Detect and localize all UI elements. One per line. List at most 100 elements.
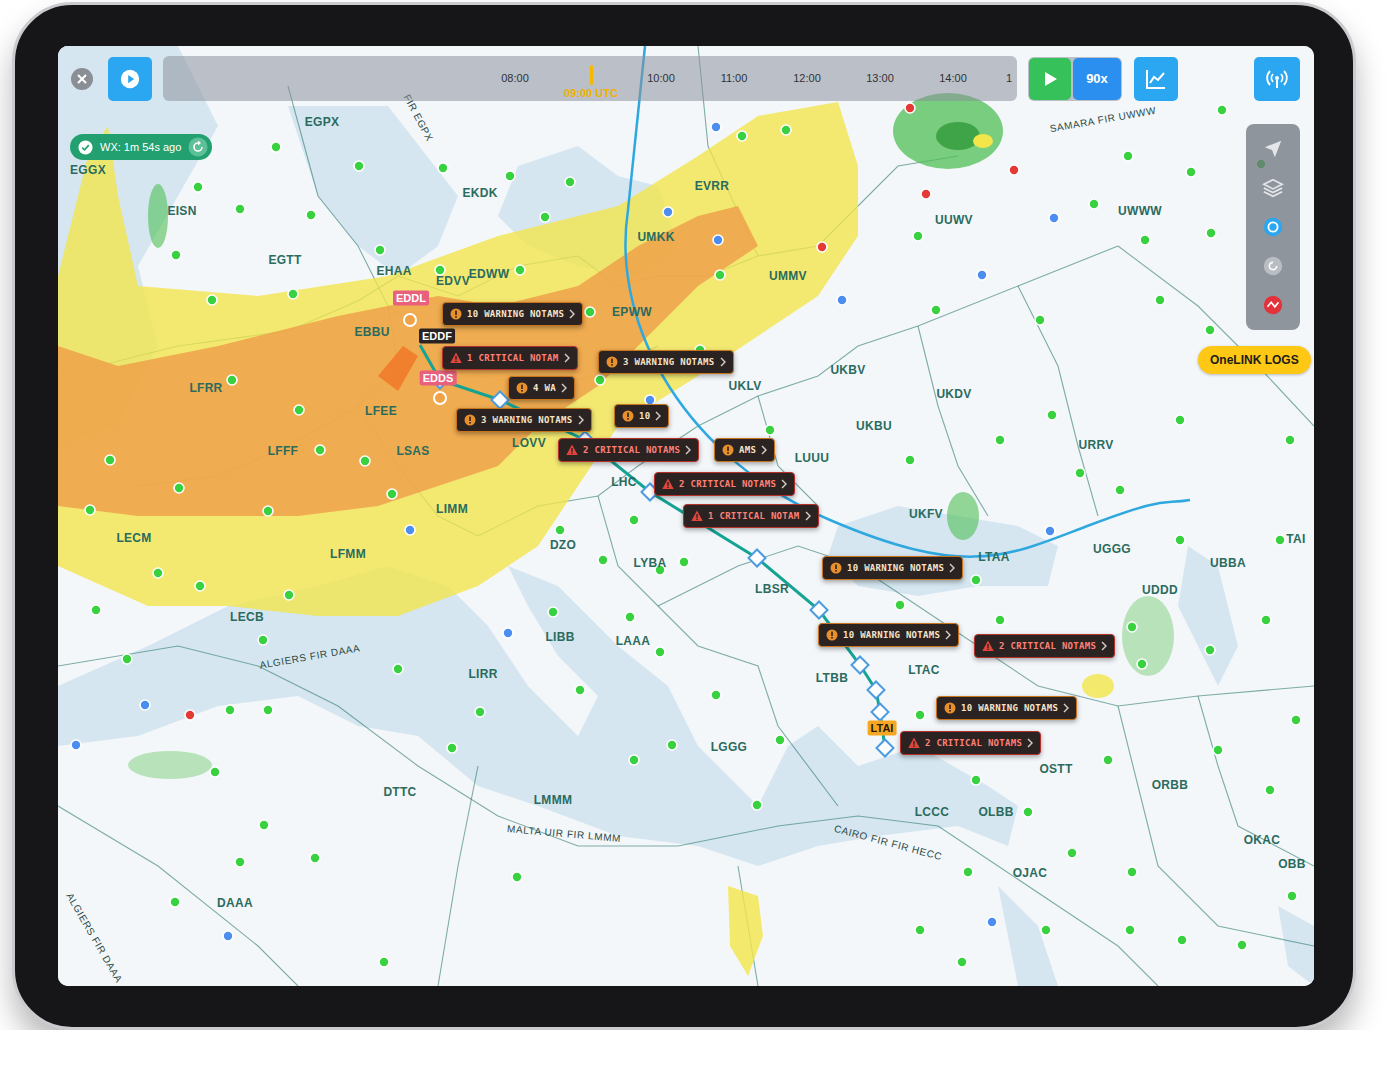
station-dot[interactable]	[1115, 485, 1125, 495]
station-dot[interactable]	[1261, 615, 1271, 625]
play-overlay-button[interactable]	[108, 57, 152, 101]
notam-badge[interactable]: 3 WARNING NOTAMS	[598, 350, 734, 374]
station-dot[interactable]	[1177, 935, 1187, 945]
waypoint[interactable]	[749, 550, 766, 567]
station-dot[interactable]	[1186, 167, 1196, 177]
station-dot[interactable]	[503, 628, 513, 638]
station-dot[interactable]	[306, 210, 316, 220]
station-dot[interactable]	[405, 525, 415, 535]
sigmet-severe[interactable]	[378, 346, 418, 391]
station-dot[interactable]	[575, 685, 585, 695]
sigmet-area[interactable]	[58, 102, 858, 616]
station-dot[interactable]	[837, 295, 847, 305]
station-dot[interactable]	[1205, 645, 1215, 655]
station-dot[interactable]	[895, 600, 905, 610]
station-dot[interactable]	[957, 957, 967, 967]
notam-badge[interactable]: 10	[614, 404, 669, 428]
station-dot[interactable]	[375, 245, 385, 255]
station-dot[interactable]	[284, 590, 294, 600]
waypoint[interactable]	[811, 602, 828, 619]
station-dot[interactable]	[354, 161, 364, 171]
station-dot[interactable]	[505, 171, 515, 181]
station-dot[interactable]	[288, 289, 298, 299]
station-dot[interactable]	[595, 375, 605, 385]
station-dot[interactable]	[258, 635, 268, 645]
airport-tag[interactable]: EDDL	[393, 291, 429, 306]
station-dot[interactable]	[85, 505, 95, 515]
station-dot[interactable]	[1155, 295, 1165, 305]
station-dot[interactable]	[271, 142, 281, 152]
station-dot[interactable]	[679, 557, 689, 567]
station-dot[interactable]	[1089, 199, 1099, 209]
station-dot[interactable]	[977, 270, 987, 280]
station-dot[interactable]	[207, 295, 217, 305]
station-dot[interactable]	[1045, 526, 1055, 536]
airport-marker[interactable]	[404, 314, 416, 326]
station-dot[interactable]	[1265, 785, 1275, 795]
timeline[interactable]: 08:0010:0011:0012:0013:0014:00109:00 UTC	[163, 56, 1017, 101]
station-dot[interactable]	[171, 250, 181, 260]
notam-badge[interactable]: 4 WA	[508, 376, 575, 400]
map-screen[interactable]: EGGXEGPXEISNEGTTEHAAEDVVEDWWEKDKEVRRUMKK…	[58, 46, 1314, 986]
notam-badge[interactable]: 2 CRITICAL NOTAMS	[900, 731, 1041, 755]
station-dot[interactable]	[1175, 535, 1185, 545]
notam-badge[interactable]: 10 WARNING NOTAMS	[936, 696, 1077, 720]
station-dot[interactable]	[223, 931, 233, 941]
station-dot[interactable]	[711, 690, 721, 700]
station-dot[interactable]	[715, 270, 725, 280]
station-dot[interactable]	[1049, 213, 1059, 223]
flight-route[interactable]	[420, 345, 885, 748]
station-dot[interactable]	[447, 743, 457, 753]
airport-tag[interactable]: EDDF	[419, 329, 455, 344]
station-dot[interactable]	[995, 615, 1005, 625]
waypoint[interactable]	[868, 682, 885, 699]
onelink-logs-button[interactable]: OneLINK LOGS	[1198, 346, 1311, 374]
station-dot[interactable]	[435, 265, 445, 275]
station-dot[interactable]	[971, 775, 981, 785]
notam-badge[interactable]: 10 WARNING NOTAMS	[442, 302, 583, 326]
station-dot[interactable]	[1213, 745, 1223, 755]
map-tool-button[interactable]	[1255, 211, 1291, 243]
station-dot[interactable]	[971, 575, 981, 585]
airport-tag[interactable]: EDDS	[420, 371, 457, 386]
refresh-icon[interactable]	[188, 137, 208, 157]
station-dot[interactable]	[915, 710, 925, 720]
station-dot[interactable]	[987, 917, 997, 927]
station-dot[interactable]	[515, 265, 525, 275]
station-dot[interactable]	[565, 177, 575, 187]
station-dot[interactable]	[598, 555, 608, 565]
station-dot[interactable]	[185, 710, 195, 720]
notam-badge[interactable]: 2 CRITICAL NOTAMS	[654, 472, 795, 496]
notam-badge[interactable]: 2 CRITICAL NOTAMS	[558, 438, 699, 462]
station-dot[interactable]	[915, 925, 925, 935]
waypoint[interactable]	[492, 392, 509, 409]
station-dot[interactable]	[1127, 622, 1137, 632]
station-dot[interactable]	[1217, 105, 1227, 115]
station-dot[interactable]	[122, 654, 132, 664]
waypoint[interactable]	[877, 740, 894, 757]
notam-badge[interactable]: 2 CRITICAL NOTAMS	[974, 634, 1115, 658]
notam-badge[interactable]: AMS	[714, 438, 775, 462]
station-dot[interactable]	[1023, 807, 1033, 817]
station-dot[interactable]	[1127, 867, 1137, 877]
current-time-marker[interactable]	[590, 65, 593, 85]
station-dot[interactable]	[1137, 659, 1147, 669]
station-dot[interactable]	[711, 122, 721, 132]
station-dot[interactable]	[1237, 940, 1247, 950]
station-dot[interactable]	[1175, 415, 1185, 425]
speed-button[interactable]: 90x	[1073, 58, 1121, 100]
station-dot[interactable]	[140, 700, 150, 710]
station-dot[interactable]	[263, 705, 273, 715]
station-dot[interactable]	[713, 235, 723, 245]
station-dot[interactable]	[1275, 535, 1285, 545]
station-dot[interactable]	[379, 957, 389, 967]
station-dot[interactable]	[931, 305, 941, 315]
station-dot[interactable]	[1125, 925, 1135, 935]
station-dot[interactable]	[667, 740, 677, 750]
station-dot[interactable]	[259, 820, 269, 830]
station-dot[interactable]	[294, 405, 304, 415]
station-dot[interactable]	[91, 605, 101, 615]
station-dot[interactable]	[174, 483, 184, 493]
station-dot[interactable]	[629, 755, 639, 765]
waypoint[interactable]	[852, 657, 869, 674]
